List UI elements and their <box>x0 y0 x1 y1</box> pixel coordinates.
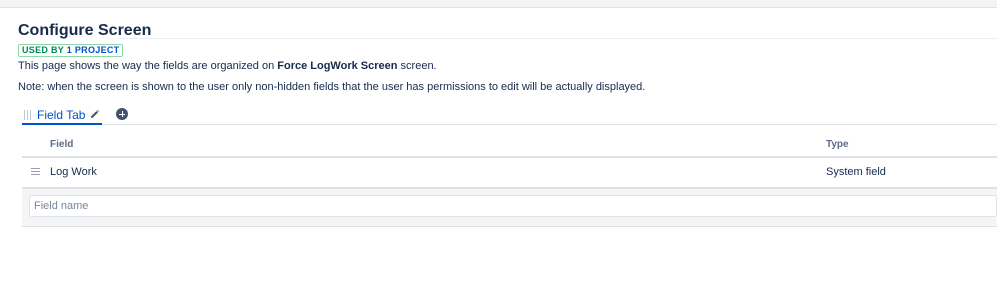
description-suffix: screen. <box>397 60 437 72</box>
table-header: Field Type <box>22 134 997 158</box>
tab-label: Field Tab <box>37 107 86 122</box>
configure-screen-page: Configure Screen USED BY 1 PROJECT This … <box>18 22 997 227</box>
screen-name: Force LogWork Screen <box>277 60 398 72</box>
add-field-row <box>22 189 997 227</box>
tab-field-tab[interactable]: Field Tab <box>22 106 103 125</box>
pencil-icon[interactable] <box>89 109 100 120</box>
column-header-field: Field <box>50 139 74 150</box>
field-name-cell: Log Work <box>50 166 97 178</box>
used-by-project-lozenge[interactable]: USED BY 1 PROJECT <box>18 44 124 57</box>
tab-bar: Field Tab <box>22 106 997 125</box>
title-divider <box>118 38 997 39</box>
page-description: This page shows the way the fields are o… <box>18 60 437 72</box>
grip-icon[interactable] <box>24 109 32 120</box>
field-type-cell: System field <box>826 166 886 178</box>
top-strip <box>0 0 997 8</box>
field-name-input[interactable] <box>29 195 997 217</box>
lozenge-project-text: 1 PROJECT <box>66 45 120 55</box>
column-header-type: Type <box>826 139 849 150</box>
add-tab-icon[interactable] <box>116 108 128 120</box>
table-row[interactable]: Log Work System field <box>22 158 997 189</box>
page-note: Note: when the screen is shown to the us… <box>18 81 646 93</box>
description-prefix: This page shows the way the fields are o… <box>18 60 278 72</box>
drag-handle-icon[interactable] <box>31 168 40 175</box>
lozenge-used-text: USED BY <box>22 45 67 55</box>
fields-table: Field Type Log Work System field <box>22 134 997 227</box>
